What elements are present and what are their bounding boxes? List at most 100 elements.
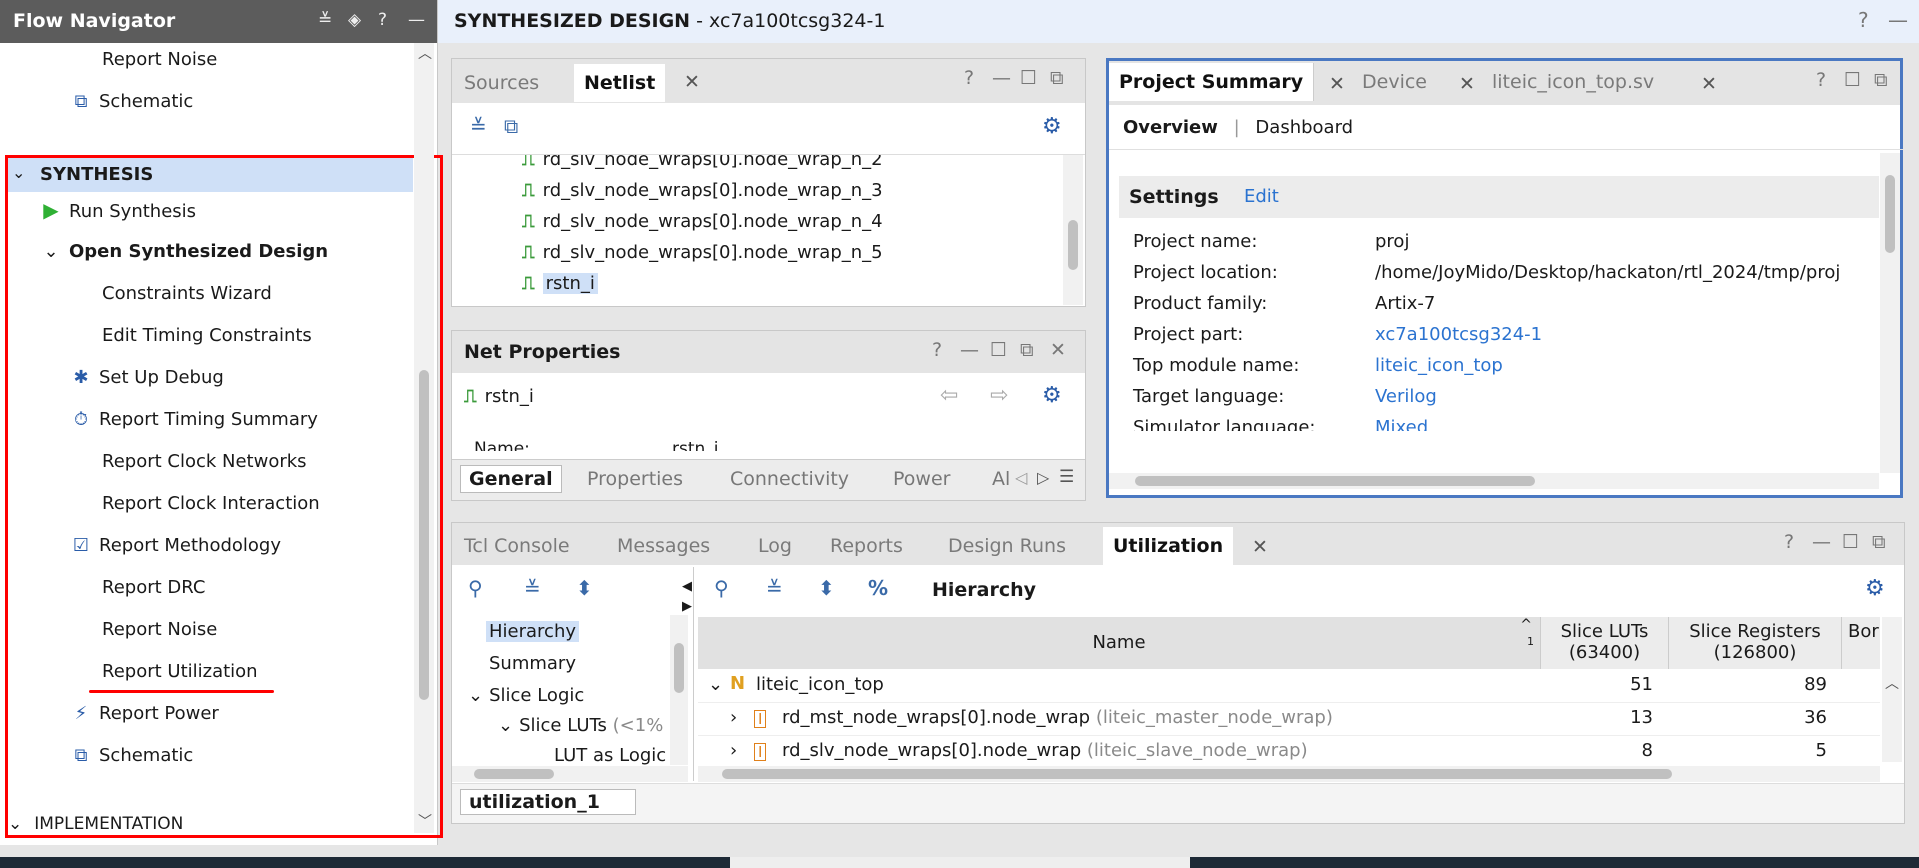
maximize-icon[interactable]: ☐ — [1844, 69, 1861, 91]
forward-arrow-icon[interactable]: ⇨ — [990, 383, 1008, 408]
set-up-debug-item[interactable]: ✱ Set Up Debug — [68, 361, 223, 395]
report-methodology-item[interactable]: ☑ Report Methodology — [68, 529, 281, 563]
help-icon[interactable]: ? — [378, 10, 387, 30]
tab-scroll-left-icon[interactable]: ◁ — [1015, 468, 1027, 487]
net-row[interactable]: ⎍ rd_slv_node_wraps[0].node_wrap_n_2 — [522, 155, 883, 170]
report-noise-item[interactable]: Report Noise — [102, 613, 217, 647]
close-icon[interactable]: ✕ — [684, 71, 700, 93]
edit-timing-constraints-item[interactable]: Edit Timing Constraints — [102, 319, 312, 353]
column-header-slice-luts[interactable]: Slice LUTs (63400) — [1541, 617, 1669, 669]
scroll-thumb[interactable] — [674, 643, 684, 693]
project-summary-hscroll[interactable] — [1109, 473, 1879, 489]
splitter-right-icon[interactable]: ▶ — [682, 599, 692, 614]
tab-power[interactable]: Power — [893, 468, 950, 490]
chevron-down-icon[interactable]: ⌄ — [708, 674, 723, 695]
tab-sources[interactable]: Sources — [464, 64, 539, 102]
expand-all-icon[interactable]: ◈ — [348, 10, 361, 30]
back-arrow-icon[interactable]: ⇦ — [940, 383, 958, 408]
close-icon[interactable]: ✕ — [1701, 73, 1717, 95]
table-vscroll[interactable]: ︿ — [1882, 617, 1902, 762]
expand-all-icon[interactable]: ⬍ — [818, 576, 835, 600]
nav-item-schematic-prev[interactable]: ⧉ Schematic — [68, 85, 194, 119]
target-language-link[interactable]: Verilog — [1375, 386, 1437, 407]
help-icon[interactable]: ? — [1816, 69, 1826, 91]
net-row[interactable]: ⎍ rd_slv_node_wraps[0].node_wrap_n_3 — [522, 180, 883, 201]
minimize-icon[interactable]: — — [960, 339, 979, 361]
tab-scroll-right-icon[interactable]: ▷ — [1037, 468, 1049, 487]
tab-design-runs[interactable]: Design Runs — [948, 527, 1066, 565]
net-row[interactable]: ⎍ rd_slv_node_wraps[0].node_wrap_n_5 — [522, 242, 883, 263]
tab-netlist[interactable]: Netlist — [574, 64, 666, 102]
table-row[interactable]: › I rd_mst_node_wraps[0].node_wrap (lite… — [698, 703, 1880, 736]
nav-scrollbar[interactable]: ︿ ﹀ — [414, 43, 434, 833]
report-timing-summary-item[interactable]: ⏱ Report Timing Summary — [68, 403, 318, 437]
gear-icon[interactable]: ⚙ — [1042, 383, 1062, 408]
percent-icon[interactable]: % — [868, 576, 888, 600]
column-header-name[interactable]: Name ^ 1 — [698, 617, 1541, 669]
menu-icon[interactable]: ☰ — [1059, 467, 1074, 487]
scroll-thumb[interactable] — [1885, 175, 1895, 253]
constraints-wizard-item[interactable]: Constraints Wizard — [102, 277, 272, 311]
tab-connectivity[interactable]: Connectivity — [730, 468, 849, 490]
help-icon[interactable]: ? — [1858, 8, 1869, 32]
implementation-section-header[interactable]: ⌄ IMPLEMENTATION — [8, 814, 183, 838]
chevron-right-icon[interactable]: › — [730, 740, 737, 761]
tree-item-summary[interactable]: Summary — [489, 653, 576, 674]
tab-utilization[interactable]: Utilization — [1103, 527, 1234, 565]
subtab-dashboard[interactable]: Dashboard — [1255, 117, 1353, 138]
tab-properties[interactable]: Properties — [587, 468, 683, 490]
schematic-item[interactable]: ⧉ Schematic — [68, 739, 194, 773]
close-icon[interactable]: ✕ — [1252, 536, 1268, 558]
report-clock-networks-item[interactable]: Report Clock Networks — [102, 445, 307, 479]
edit-link[interactable]: Edit — [1244, 186, 1279, 207]
table-row[interactable]: ⌄ N liteic_icon_top 51 89 — [698, 670, 1880, 703]
help-icon[interactable]: ? — [964, 67, 974, 89]
scroll-thumb[interactable] — [722, 769, 1672, 779]
net-row-selected[interactable]: ⎍ rstn_i — [522, 273, 598, 294]
tab-liteic-icon-top-sv[interactable]: liteic_icon_top.sv — [1492, 63, 1654, 101]
float-icon[interactable]: ⧉ — [1872, 531, 1886, 553]
close-icon[interactable]: ✕ — [1459, 73, 1475, 95]
scroll-down-icon[interactable]: ﹀ — [418, 811, 432, 831]
expand-all-icon[interactable]: ⬍ — [576, 576, 593, 600]
tab-messages[interactable]: Messages — [617, 527, 710, 565]
gear-icon[interactable]: ⚙ — [1865, 576, 1885, 601]
report-drc-item[interactable]: Report DRC — [102, 571, 205, 605]
search-icon[interactable]: ⚲ — [714, 576, 729, 600]
tab-reports[interactable]: Reports — [830, 527, 903, 565]
subtab-overview[interactable]: Overview — [1123, 117, 1218, 138]
tree-item-hierarchy[interactable]: Hierarchy — [486, 621, 580, 642]
float-icon[interactable]: ⧉ — [1020, 339, 1034, 361]
open-synthesized-design-item[interactable]: ⌄ Open Synthesized Design — [38, 235, 328, 269]
table-row[interactable]: › I rd_slv_node_wraps[0].node_wrap (lite… — [698, 736, 1880, 762]
collapse-all-icon[interactable]: ≚ — [766, 576, 783, 600]
column-header-slice-registers[interactable]: Slice Registers (126800) — [1669, 617, 1842, 669]
float-icon[interactable]: ⧉ — [1050, 67, 1064, 89]
net-row[interactable]: ⎍ rd_slv_node_wraps[0].node_wrap_n_4 — [522, 211, 883, 232]
nav-item-report-noise-prev[interactable]: Report Noise — [102, 43, 217, 77]
tree-item-slice-logic[interactable]: ⌄ Slice Logic — [468, 685, 584, 706]
search-icon[interactable]: ⚲ — [468, 576, 483, 600]
tab-project-summary[interactable]: Project Summary — [1109, 63, 1315, 101]
minimize-icon[interactable]: — — [1812, 531, 1831, 553]
report-clock-interaction-item[interactable]: Report Clock Interaction — [102, 487, 320, 521]
tab-device[interactable]: Device — [1362, 63, 1427, 101]
maximize-icon[interactable]: ☐ — [1020, 67, 1037, 89]
simulator-language-link[interactable]: Mixed — [1375, 417, 1428, 431]
tab-general[interactable]: General — [460, 465, 562, 493]
schematic-icon[interactable]: ⧉ — [504, 114, 518, 138]
column-header-bonded[interactable]: Bor — [1842, 617, 1880, 669]
tree-hscroll[interactable] — [452, 766, 688, 782]
chevron-right-icon[interactable]: › — [730, 707, 737, 728]
top-module-link[interactable]: liteic_icon_top — [1375, 355, 1503, 376]
help-icon[interactable]: ? — [1784, 531, 1794, 553]
minimize-icon[interactable]: — — [1888, 8, 1908, 32]
scroll-thumb[interactable] — [1135, 476, 1535, 486]
gear-icon[interactable]: ⚙ — [1042, 114, 1062, 139]
report-power-item[interactable]: ⚡ Report Power — [68, 697, 219, 731]
splitter-left-icon[interactable]: ◀ — [682, 579, 692, 594]
tree-item-lut-as-logic[interactable]: LUT as Logic — [554, 745, 666, 765]
help-icon[interactable]: ? — [932, 339, 942, 361]
taskbar-window[interactable] — [730, 857, 1190, 868]
tab-log[interactable]: Log — [758, 527, 792, 565]
